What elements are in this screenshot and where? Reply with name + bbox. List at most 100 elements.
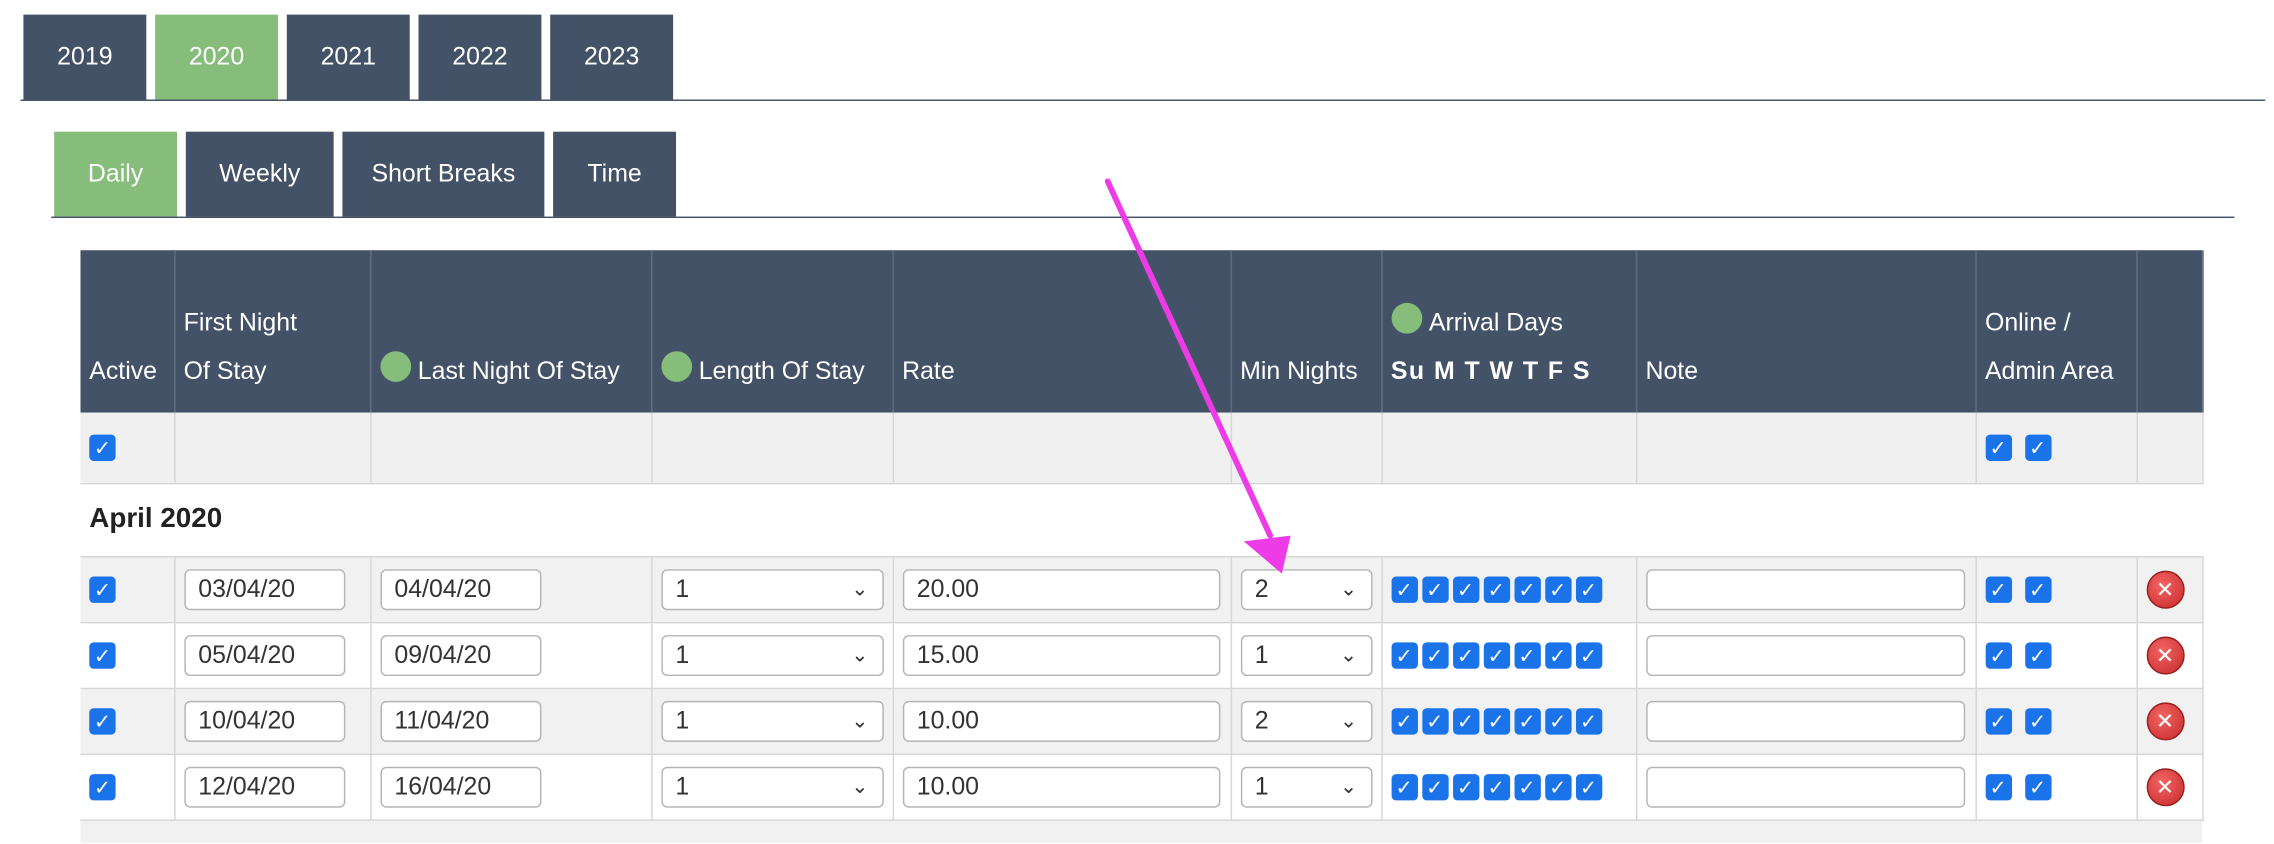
delete-row-icon[interactable]: ✕ <box>2145 569 2184 609</box>
length-of-stay-select[interactable]: 1 ⌄ <box>660 766 884 808</box>
active-checkbox[interactable]: ✓ <box>89 576 116 603</box>
active-checkbox[interactable]: ✓ <box>89 708 116 735</box>
arrival-day-checkbox[interactable]: ✓ <box>1483 774 1510 801</box>
empty-cell <box>892 412 1232 484</box>
min-nights-select[interactable]: 1 ⌄ <box>1240 766 1372 808</box>
col-active-label: Active <box>89 357 158 385</box>
arrival-day-checkbox[interactable]: ✓ <box>1544 642 1571 669</box>
online-checkbox[interactable]: ✓ <box>1984 708 2012 735</box>
admin-checkbox[interactable]: ✓ <box>2024 576 2051 603</box>
rate-cell: 10.00 <box>892 753 1232 821</box>
tab-daily[interactable]: Daily <box>54 131 178 217</box>
note-input[interactable] <box>1645 568 1965 610</box>
first-night-input[interactable]: 05/04/20 <box>183 634 345 676</box>
admin-checkbox[interactable]: ✓ <box>2024 642 2051 669</box>
arrival-day-checkbox[interactable]: ✓ <box>1390 774 1418 801</box>
help-icon[interactable] <box>660 351 692 382</box>
arrival-days-cell: ✓ ✓ ✓ ✓ ✓ ✓ ✓ <box>1381 753 1637 821</box>
col-online-label-1: Online / <box>1984 308 2071 337</box>
arrival-day-checkbox[interactable]: ✓ <box>1421 774 1448 801</box>
arrival-day-checkbox[interactable]: ✓ <box>1544 774 1571 801</box>
online-checkbox[interactable]: ✓ <box>1984 774 2012 801</box>
last-night-input[interactable]: 11/04/20 <box>379 700 541 742</box>
min-nights-cell: 2 ⌄ <box>1230 556 1383 623</box>
note-input[interactable] <box>1645 700 1965 742</box>
active-checkbox[interactable]: ✓ <box>89 774 116 801</box>
rate-input[interactable]: 10.00 <box>902 766 1220 808</box>
tab-year-2020[interactable]: 2020 <box>155 14 279 100</box>
length-of-stay-select[interactable]: 1 ⌄ <box>660 700 884 742</box>
length-of-stay-select[interactable]: 1 ⌄ <box>660 568 884 610</box>
rate-input[interactable]: 15.00 <box>902 634 1220 676</box>
active-checkbox[interactable]: ✓ <box>89 434 116 462</box>
last-night-input[interactable]: 09/04/20 <box>379 634 541 676</box>
arrival-day-checkbox[interactable]: ✓ <box>1575 576 1602 603</box>
arrival-day-checkbox[interactable]: ✓ <box>1421 576 1448 603</box>
arrival-day-checkbox[interactable]: ✓ <box>1390 576 1418 603</box>
note-cell <box>1635 621 1977 689</box>
arrival-day-checkbox[interactable]: ✓ <box>1421 708 1448 735</box>
arrival-day-checkbox[interactable]: ✓ <box>1390 708 1418 735</box>
note-input[interactable] <box>1645 634 1965 676</box>
empty-cell <box>651 412 894 484</box>
last-night-cell: 09/04/20 <box>370 621 652 689</box>
arrival-day-checkbox[interactable]: ✓ <box>1513 708 1541 735</box>
defaults-active-cell: ✓ <box>80 412 175 484</box>
online-checkbox[interactable]: ✓ <box>1984 434 2012 462</box>
type-tabs-divider <box>51 216 2235 219</box>
arrival-day-checkbox[interactable]: ✓ <box>1544 576 1571 603</box>
help-icon[interactable] <box>1390 302 1422 334</box>
online-checkbox[interactable]: ✓ <box>1984 576 2012 603</box>
admin-checkbox[interactable]: ✓ <box>2024 708 2051 735</box>
delete-row-icon[interactable]: ✕ <box>2145 635 2184 674</box>
arrival-day-checkbox[interactable]: ✓ <box>1513 576 1541 603</box>
arrival-day-checkbox[interactable]: ✓ <box>1452 576 1479 603</box>
min-nights-select[interactable]: 2 ⌄ <box>1240 568 1372 610</box>
tab-year-2023[interactable]: 2023 <box>550 14 674 100</box>
arrival-day-checkbox[interactable]: ✓ <box>1483 642 1510 669</box>
col-online-label-2: Admin Area <box>1984 357 2114 385</box>
first-night-cell: 10/04/20 <box>174 687 371 755</box>
last-night-input[interactable]: 16/04/20 <box>379 766 541 808</box>
help-icon[interactable] <box>379 351 411 382</box>
admin-checkbox[interactable]: ✓ <box>2024 434 2051 462</box>
min-nights-select[interactable]: 2 ⌄ <box>1240 700 1372 742</box>
arrival-day-checkbox[interactable]: ✓ <box>1421 642 1448 669</box>
first-night-input[interactable]: 03/04/20 <box>183 568 345 610</box>
arrival-day-checkbox[interactable]: ✓ <box>1544 708 1571 735</box>
arrival-day-checkbox[interactable]: ✓ <box>1513 642 1541 669</box>
tab-short-breaks[interactable]: Short Breaks <box>342 131 545 217</box>
tab-year-2021[interactable]: 2021 <box>286 14 410 100</box>
arrival-day-checkbox[interactable]: ✓ <box>1483 708 1510 735</box>
min-nights-select[interactable]: 1 ⌄ <box>1240 634 1372 676</box>
arrival-day-checkbox[interactable]: ✓ <box>1390 642 1418 669</box>
rate-input[interactable]: 10.00 <box>902 700 1220 742</box>
rate-input[interactable]: 20.00 <box>902 568 1220 610</box>
admin-checkbox[interactable]: ✓ <box>2024 774 2051 801</box>
rate-cell: 20.00 <box>892 556 1232 623</box>
note-input[interactable] <box>1645 766 1965 808</box>
arrival-day-checkbox[interactable]: ✓ <box>1575 708 1602 735</box>
col-rate-label: Rate <box>902 357 955 385</box>
arrival-day-checkbox[interactable]: ✓ <box>1452 774 1479 801</box>
chevron-down-icon: ⌄ <box>851 576 869 600</box>
tab-year-2019[interactable]: 2019 <box>23 14 147 100</box>
delete-row-icon[interactable]: ✕ <box>2145 767 2184 806</box>
first-night-input[interactable]: 12/04/20 <box>183 766 345 808</box>
delete-row-icon[interactable]: ✕ <box>2145 701 2184 740</box>
tab-weekly[interactable]: Weekly <box>185 131 334 217</box>
length-of-stay-select[interactable]: 1 ⌄ <box>660 634 884 676</box>
online-checkbox[interactable]: ✓ <box>1984 642 2012 669</box>
last-night-input[interactable]: 04/04/20 <box>379 568 541 610</box>
tab-year-2022[interactable]: 2022 <box>418 14 542 100</box>
arrival-day-checkbox[interactable]: ✓ <box>1452 708 1479 735</box>
first-night-input[interactable]: 10/04/20 <box>183 700 345 742</box>
arrival-day-checkbox[interactable]: ✓ <box>1513 774 1541 801</box>
arrival-day-checkbox[interactable]: ✓ <box>1575 774 1602 801</box>
tab-time[interactable]: Time <box>553 131 677 217</box>
arrival-day-checkbox[interactable]: ✓ <box>1483 576 1510 603</box>
year-tabs-divider <box>20 99 2266 101</box>
arrival-day-checkbox[interactable]: ✓ <box>1452 642 1479 669</box>
active-checkbox[interactable]: ✓ <box>89 642 116 669</box>
arrival-day-checkbox[interactable]: ✓ <box>1575 642 1602 669</box>
